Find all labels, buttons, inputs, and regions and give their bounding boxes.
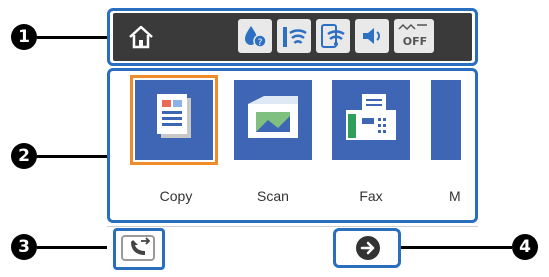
scan-icon	[248, 96, 298, 138]
fax-job-inner	[121, 235, 155, 261]
app-fax[interactable]	[332, 80, 410, 160]
next-button[interactable]	[356, 236, 380, 260]
callout-1-line	[37, 36, 107, 39]
fax-send-icon	[128, 237, 151, 255]
svg-text:?: ?	[258, 38, 263, 48]
app-more[interactable]	[431, 80, 461, 160]
callout-4-line	[400, 246, 512, 249]
callout-3: 3	[11, 234, 37, 260]
volume-icon[interactable]	[355, 19, 389, 53]
fax-icon	[346, 94, 396, 140]
callout-2-line	[37, 155, 107, 158]
callout-2: 2	[11, 143, 37, 169]
callout-1: 1	[11, 24, 37, 50]
arrow-right-icon	[360, 241, 375, 255]
callout-3-line	[37, 246, 107, 249]
quiet-off-label: OFF	[403, 35, 427, 48]
wifi-direct-icon[interactable]	[316, 19, 350, 53]
ink-status-icon[interactable]: ?	[238, 19, 272, 53]
home-icon[interactable]	[127, 24, 155, 50]
quiet-mode-off-icon[interactable]: OFF	[394, 19, 434, 53]
network-wifi-icon[interactable]	[277, 19, 311, 53]
panel-divider	[107, 226, 478, 227]
app-scan-label: Scan	[257, 188, 289, 204]
status-bar: ? OFF	[113, 13, 472, 61]
app-fax-label: Fax	[359, 188, 383, 204]
app-scan[interactable]	[234, 80, 312, 160]
app-copy[interactable]	[130, 75, 218, 165]
app-copy-label: Copy	[159, 188, 193, 204]
app-list: Copy Scan Fax M	[113, 74, 461, 217]
callout-4: 4	[512, 234, 538, 260]
app-more-label: M	[449, 188, 461, 204]
copy-icon	[157, 94, 191, 138]
